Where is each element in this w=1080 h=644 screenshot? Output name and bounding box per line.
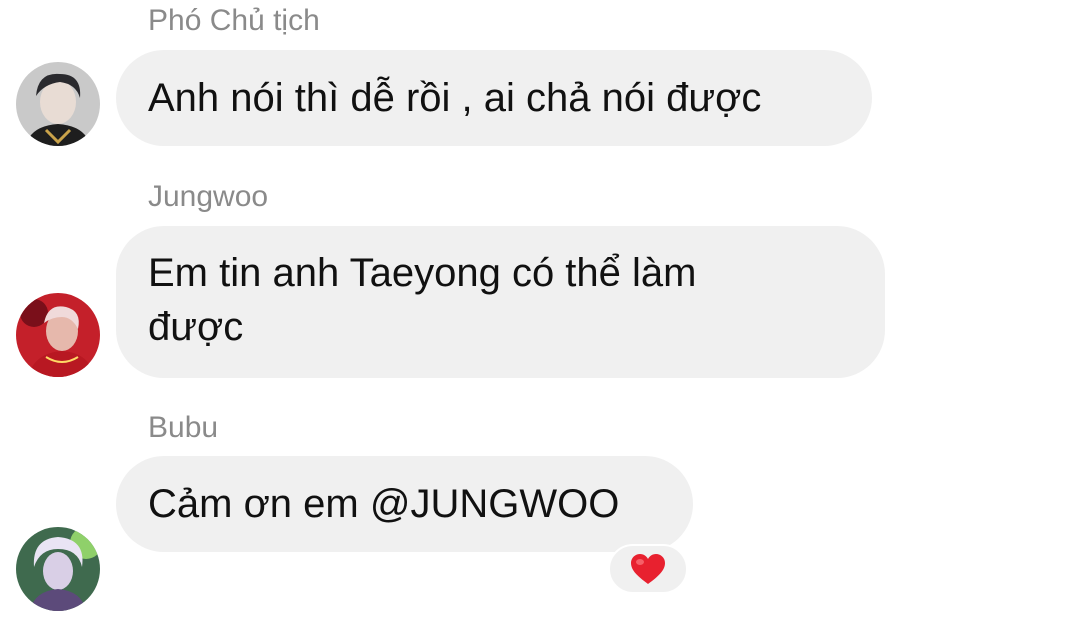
message-bubble[interactable]: Anh nói thì dễ rồi , ai chả nói được bbox=[116, 50, 872, 146]
user-avatar-icon bbox=[16, 62, 100, 146]
user-avatar-icon bbox=[16, 527, 100, 611]
sender-name: Bubu bbox=[148, 411, 219, 444]
message-text: Anh nói thì dễ rồi , ai chả nói được bbox=[148, 76, 762, 120]
message-text-line: được bbox=[148, 305, 244, 349]
heart-icon bbox=[631, 554, 665, 584]
avatar[interactable] bbox=[16, 293, 100, 377]
user-avatar-icon bbox=[16, 293, 100, 377]
avatar[interactable] bbox=[16, 62, 100, 146]
message-bubble[interactable]: Em tin anh Taeyong có thể làm được bbox=[116, 226, 885, 378]
message-bubble[interactable]: Cảm ơn em @JUNGWOO bbox=[116, 456, 693, 552]
sender-name: Jungwoo bbox=[148, 180, 269, 213]
avatar[interactable] bbox=[16, 527, 100, 611]
message-text: Cảm ơn em @JUNGWOO bbox=[148, 482, 620, 526]
sender-name: Phó Chủ tịch bbox=[148, 4, 320, 37]
message-text-line: Em tin anh Taeyong có thể làm bbox=[148, 251, 697, 295]
reaction-badge[interactable] bbox=[608, 544, 688, 594]
